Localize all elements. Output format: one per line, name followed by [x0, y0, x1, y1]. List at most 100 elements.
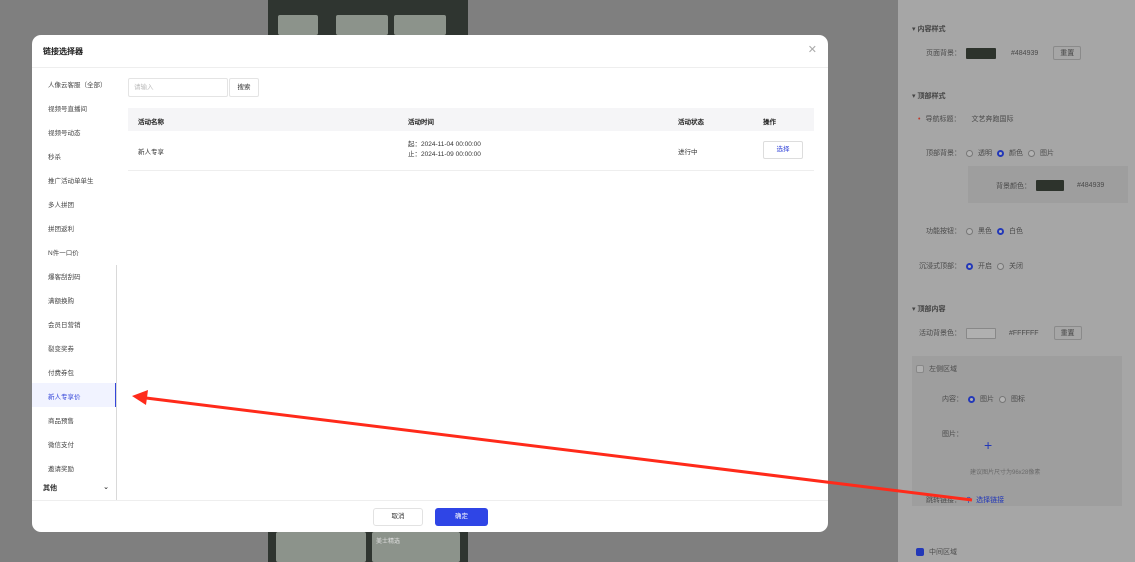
nav-title-row: • 导航标题： 文艺奔跑国际 — [918, 114, 1014, 124]
radio-white[interactable] — [997, 227, 1004, 235]
sidebar-item[interactable]: 付费券包 — [48, 367, 74, 377]
sidebar-item[interactable]: 裂变奖券 — [48, 343, 74, 353]
sidebar-item[interactable]: 秒杀 — [48, 151, 61, 161]
radio-transparent[interactable] — [966, 149, 973, 157]
divider — [32, 67, 828, 68]
search-input[interactable] — [128, 78, 228, 97]
middle-area-row: 中间区域 — [916, 547, 957, 557]
sidebar-item[interactable]: 人像云客服（全部） — [48, 79, 107, 89]
select-button[interactable]: 选择 — [763, 141, 803, 159]
activity-bg-label: 活动背景色： — [919, 330, 961, 337]
radio-label: 白色 — [1009, 228, 1023, 235]
immersive-row: 沉浸式顶部： 开启 关闭 — [919, 261, 1023, 271]
column-header: 活动时间 — [408, 119, 434, 126]
sidebar-item[interactable]: N件一口价 — [48, 247, 79, 257]
radio-label: 图片 — [1040, 150, 1054, 157]
sidebar-item[interactable]: 爆客刮刮码 — [48, 271, 81, 281]
activity-status: 进行中 — [678, 149, 698, 156]
confirm-button[interactable]: 确定 — [435, 508, 488, 526]
image-row: 图片： — [942, 429, 963, 439]
bg-color-swatch[interactable] — [1036, 180, 1064, 191]
cancel-button[interactable]: 取消 — [373, 508, 423, 526]
radio-picture[interactable] — [968, 395, 975, 403]
sidebar-scrollbar[interactable] — [116, 265, 117, 500]
image-hint: 建议图片尺寸为96x28像素 — [970, 470, 1041, 476]
close-icon[interactable]: ✕ — [808, 43, 817, 56]
sidebar-item[interactable]: 拼团返利 — [48, 223, 74, 233]
table-row: 新人专享 起：2024-11-04 00:00:00 止：2024-11-09 … — [128, 131, 814, 171]
activity-time-start: 起：2024-11-04 00:00:00 — [408, 141, 481, 148]
preview-thumb — [336, 15, 388, 35]
table-header: 活动名称 活动时间 活动状态 操作 — [128, 108, 814, 131]
sidebar-item[interactable]: 微信支付 — [48, 439, 74, 449]
left-area-checkbox[interactable] — [916, 365, 924, 373]
activity-name: 新人专享 — [138, 149, 164, 156]
middle-area-checkbox[interactable] — [916, 548, 924, 556]
sidebar-item[interactable]: 视频号直播间 — [48, 103, 87, 113]
nav-title-input[interactable]: 文艺奔跑国际 — [971, 114, 1013, 124]
activity-bg-value: #FFFFFF — [1009, 329, 1039, 337]
top-bg-label: 顶部背景： — [926, 150, 961, 157]
radio-color[interactable] — [997, 149, 1004, 157]
sidebar-item[interactable]: 满额换购 — [48, 295, 74, 305]
sidebar-item[interactable]: 邀请奖励 — [48, 463, 74, 473]
activity-bg-swatch[interactable] — [966, 327, 996, 339]
activity-time-end: 止：2024-11-09 00:00:00 — [408, 151, 481, 158]
page-bg-value: #484939 — [1011, 49, 1039, 57]
radio-off[interactable] — [997, 262, 1004, 270]
sidebar-item[interactable]: 推广活动单单生 — [48, 175, 94, 185]
left-area-label: 左侧区域 — [929, 366, 957, 373]
bg-color-label: 背景颜色： — [996, 182, 1031, 190]
preview-caption: 美士精选 — [376, 539, 401, 545]
radio-label: 透明 — [978, 150, 992, 157]
top-bg-row: 顶部背景： 透明 颜色 图片 — [926, 148, 1054, 158]
page-bg-label: 页面背景： — [926, 50, 961, 57]
sidebar-item[interactable]: 商品预售 — [48, 415, 74, 425]
func-btn-label: 功能按钮： — [926, 228, 961, 235]
section-content-style[interactable]: ▾ 内容样式 — [912, 24, 945, 34]
radio-label: 开启 — [978, 263, 992, 270]
radio-label: 关闭 — [1009, 263, 1023, 270]
middle-area-label: 中间区域 — [929, 549, 957, 556]
radio-black[interactable] — [966, 227, 973, 235]
immersive-label: 沉浸式顶部： — [919, 263, 961, 270]
bg-color-value: #484939 — [1077, 182, 1105, 189]
sidebar-group-label: 其他 — [43, 485, 57, 492]
column-header: 活动名称 — [138, 119, 164, 126]
activity-time: 起：2024-11-04 00:00:00 止：2024-11-09 00:00… — [408, 140, 481, 160]
sidebar-item[interactable]: 视频号动态 — [48, 127, 81, 137]
category-sidebar: 人像云客服（全部） 视频号直播间 视频号动态 秒杀 推广活动单单生 多人拼团 拼… — [32, 68, 117, 500]
bg-color-row: 背景颜色： #484939 — [996, 180, 1104, 191]
page-bg-swatch[interactable] — [966, 47, 996, 59]
reset-button[interactable]: 重置 — [1053, 46, 1082, 60]
upload-plus-icon[interactable]: + — [984, 437, 992, 453]
radio-on[interactable] — [966, 262, 973, 270]
select-link-button[interactable]: 选择链接 — [976, 495, 1004, 505]
preview-thumb — [394, 15, 446, 35]
content-row: 内容： 图片 图标 — [942, 394, 1025, 404]
radio-icon[interactable] — [999, 395, 1006, 403]
chevron-down-icon: ⌄ — [103, 484, 109, 491]
column-header: 活动状态 — [678, 119, 704, 126]
content-label: 内容： — [942, 396, 963, 403]
sidebar-item-active[interactable]: 新人专享价 — [48, 391, 81, 401]
sidebar-item[interactable]: 多人拼团 — [48, 199, 74, 209]
preview-thumb — [276, 532, 366, 562]
modal-footer: 取消 确定 — [32, 500, 828, 532]
sidebar-item[interactable]: 会员日营销 — [48, 319, 81, 329]
preview-thumb — [278, 15, 318, 35]
func-btn-row: 功能按钮： 黑色 白色 — [926, 226, 1023, 236]
column-header: 操作 — [763, 119, 776, 126]
image-label: 图片： — [942, 431, 963, 438]
reset-button[interactable]: 重置 — [1053, 326, 1082, 340]
left-area-row: 左侧区域 — [916, 364, 957, 374]
radio-label: 黑色 — [978, 228, 992, 235]
search-button[interactable]: 搜索 — [229, 78, 259, 97]
sidebar-group-other[interactable]: 其他 ⌄ — [43, 483, 109, 493]
page-bg-row: 页面背景： #484939 重置 — [926, 46, 1082, 60]
radio-label: 图片 — [980, 396, 994, 403]
section-top-style[interactable]: ▾ 顶部样式 — [912, 91, 945, 101]
section-top-content[interactable]: ▾ 顶部内容 — [912, 304, 945, 314]
link-selector-modal: 链接选择器 ✕ 人像云客服（全部） 视频号直播间 视频号动态 秒杀 推广活动单单… — [32, 35, 828, 532]
radio-image[interactable] — [1028, 149, 1035, 157]
